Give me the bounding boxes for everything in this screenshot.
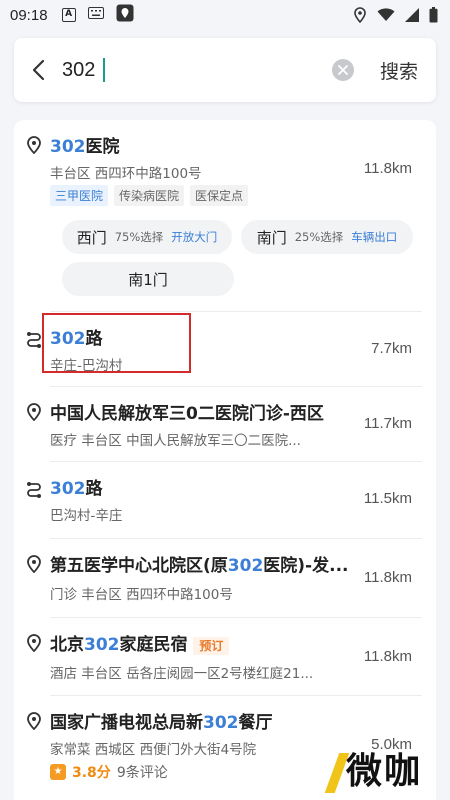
gate-name: 南1门 [128, 270, 168, 289]
result-distance: 11.5km [363, 490, 412, 507]
result-distance: 11.7km [363, 415, 412, 432]
result-title: 302医院 [50, 137, 120, 157]
result-item[interactable]: 北京302家庭民宿 预订 酒店 丰台区 岳各庄阅园一区2号楼红庭21... 11… [14, 618, 436, 695]
result-title: 中国人民解放军三0二医院门诊-西区 [50, 404, 324, 424]
result-distance: 7.7km [371, 340, 412, 357]
result-item[interactable]: 302路 巴沟村-辛庄 11.5km [14, 462, 436, 538]
gate-south1-button[interactable]: 南1门 [62, 262, 234, 296]
clear-button[interactable] [331, 59, 354, 81]
results-list: 302医院 丰台区 西四环中路100号 11.8km 三甲医院 传染病医院 医保… [14, 120, 436, 800]
gate-name: 西门 [76, 228, 107, 247]
status-time: 09:18 [10, 6, 48, 24]
result-route: 巴沟村-辛庄 [50, 508, 123, 524]
keyboard-icon [87, 7, 104, 23]
result-tags: 三甲医院 传染病医院 医保定点 [50, 185, 249, 206]
result-title: 302路 [50, 479, 103, 499]
watermark-text: 微咖 [345, 751, 422, 792]
poi-pin-icon [27, 136, 41, 154]
tag: 三甲医院 [50, 185, 109, 206]
review-count: 9条评论 [116, 765, 168, 781]
tag: 医保定点 [190, 185, 249, 206]
status-bar: 09:18 A [0, 0, 450, 30]
result-distance: 11.8km [363, 648, 412, 665]
tag: 传染病医院 [114, 185, 185, 206]
result-title: 第五医学中心北院区(原302医院)-发... [50, 556, 349, 576]
poi-pin-icon [27, 712, 41, 730]
bus-route-icon [27, 482, 41, 498]
result-address: 门诊 丰台区 西四环中路100号 [50, 587, 233, 603]
map-pin-app-icon [116, 4, 134, 26]
status-icons [353, 7, 438, 27]
bus-route-icon [27, 332, 41, 348]
result-title: 北京302家庭民宿 预订 [50, 630, 230, 655]
watermark-logo: 微咖 [324, 742, 422, 794]
gate-action: 开放大门 [171, 230, 218, 244]
result-address: 家常菜 西城区 西便门外大街4号院 [50, 742, 257, 758]
poi-pin-icon [27, 555, 41, 573]
result-item[interactable]: 中国人民解放军三0二医院门诊-西区 医疗 丰台区 中国人民解放军三〇二医院...… [14, 387, 436, 461]
result-title: 国家广播电视总局新302餐厅 [50, 713, 273, 733]
search-button[interactable]: 搜索 [380, 57, 418, 84]
result-item[interactable]: 302医院 丰台区 西四环中路100号 11.8km 三甲医院 传染病医院 医保… [14, 120, 436, 310]
result-address: 酒店 丰台区 岳各庄阅园一区2号楼红庭21... [50, 666, 314, 682]
back-button[interactable] [14, 38, 62, 102]
rating-icon: ★ [50, 764, 66, 780]
text-caret [103, 58, 105, 82]
gate-south-button[interactable]: 南门 25%选择 车辆出口 [241, 220, 413, 254]
gate-west-button[interactable]: 西门 75%选择 开放大门 [62, 220, 232, 254]
rating-score: 3.8分 [72, 765, 111, 781]
booking-tag: 预订 [193, 637, 230, 655]
close-icon [338, 65, 348, 75]
wifi-icon [377, 8, 395, 26]
poi-pin-icon [27, 634, 41, 652]
result-item[interactable]: 第五医学中心北院区(原302医院)-发... 门诊 丰台区 西四环中路100号 … [14, 539, 436, 617]
result-address: 丰台区 西四环中路100号 [50, 166, 202, 182]
gate-action: 车辆出口 [351, 230, 398, 244]
battery-icon [429, 7, 438, 27]
location-icon [353, 7, 367, 27]
poi-pin-icon [27, 403, 41, 421]
result-address: 医疗 丰台区 中国人民解放军三〇二医院... [50, 433, 301, 449]
rating: ★ 3.8分 9条评论 [50, 762, 168, 782]
search-bar: 搜索 [14, 38, 436, 102]
gate-pct: 75%选择 [114, 230, 164, 244]
annotation-highlight-box [42, 313, 191, 373]
gate-pct: 25%选择 [294, 230, 344, 244]
result-distance: 11.8km [363, 160, 412, 177]
chevron-left-icon [32, 59, 45, 81]
result-distance: 11.8km [363, 569, 412, 586]
signal-icon [405, 8, 419, 26]
text-app-icon: A [61, 8, 76, 22]
gate-name: 南门 [256, 228, 287, 247]
